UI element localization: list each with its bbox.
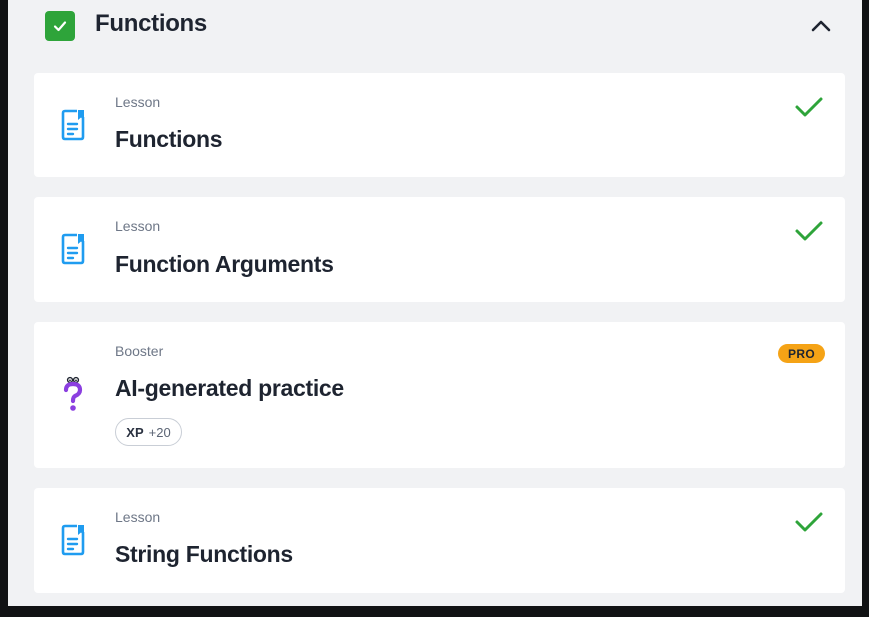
checkmark-icon bbox=[53, 21, 67, 32]
completed-check-icon bbox=[794, 95, 824, 119]
item-title: Function Arguments bbox=[115, 251, 334, 277]
completed-check-icon bbox=[794, 219, 824, 243]
chevron-up-icon bbox=[811, 20, 831, 32]
lesson-document-icon bbox=[60, 232, 86, 266]
lesson-document-icon bbox=[60, 523, 86, 557]
xp-label: XP bbox=[126, 424, 144, 440]
lesson-document-icon bbox=[60, 108, 86, 142]
item-type-label: Lesson bbox=[115, 94, 161, 110]
section-completed-checkbox bbox=[45, 11, 75, 41]
lesson-card[interactable]: Lesson Functions bbox=[34, 73, 845, 177]
lesson-card[interactable]: Lesson Function Arguments bbox=[34, 197, 845, 302]
section-header[interactable]: Functions bbox=[8, 0, 862, 52]
item-type-label: Booster bbox=[115, 343, 164, 359]
xp-value: +20 bbox=[148, 424, 171, 440]
xp-reward-pill: XP +20 bbox=[115, 418, 182, 446]
item-type-label: Lesson bbox=[115, 509, 161, 525]
item-title: String Functions bbox=[115, 541, 293, 567]
question-mark-icon bbox=[60, 376, 86, 411]
item-title: AI-generated practice bbox=[115, 375, 344, 401]
item-type-label: Lesson bbox=[115, 218, 161, 234]
completed-check-icon bbox=[794, 510, 824, 534]
booster-card[interactable]: Booster AI-generated practice PRO XP +20 bbox=[34, 322, 845, 468]
lesson-card[interactable]: Lesson String Functions bbox=[34, 488, 845, 593]
section-title: Functions bbox=[95, 10, 207, 37]
module-panel: Functions Lesson Functions Lesson Functi… bbox=[8, 0, 862, 606]
pro-badge: PRO bbox=[778, 344, 825, 363]
collapse-button[interactable] bbox=[806, 12, 836, 40]
item-title: Functions bbox=[115, 126, 223, 152]
